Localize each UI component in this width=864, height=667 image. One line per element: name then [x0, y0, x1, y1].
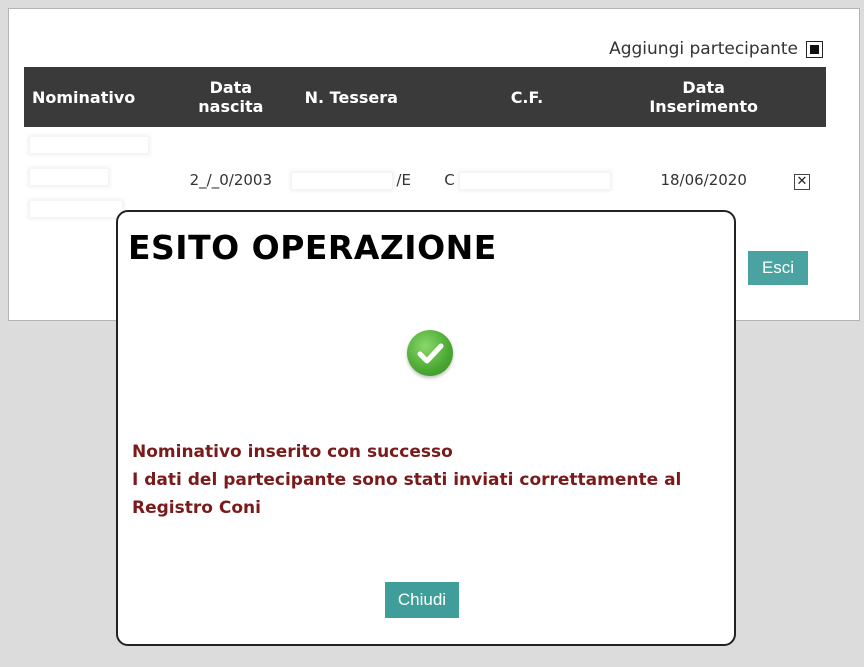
card-number-suffix: /E — [396, 171, 411, 189]
add-participant-row[interactable]: Aggiungi partecipante — [609, 39, 823, 59]
table-header-row: Nominativo Data nascita N. Tessera C.F. … — [24, 67, 826, 127]
redacted-name — [30, 137, 148, 153]
close-button[interactable]: Chiudi — [385, 582, 459, 618]
remove-icon[interactable]: ✕ — [793, 173, 810, 190]
message-line-1: Nominativo inserito con successo — [132, 442, 453, 462]
column-data-nascita: Data nascita — [183, 67, 279, 127]
dialog-message: Nominativo inserito con successo I dati … — [132, 438, 732, 522]
redacted-name — [30, 201, 122, 217]
column-data-inserimento: Data Inserimento — [629, 67, 778, 127]
exit-button[interactable]: Esci — [748, 251, 808, 285]
cf-prefix: C — [444, 171, 455, 189]
column-actions — [777, 67, 826, 127]
redacted-card-number — [291, 172, 392, 189]
add-participant-icon[interactable] — [806, 40, 823, 58]
redacted-cf — [459, 172, 610, 189]
result-dialog: ESITO OPERAZIONE Nominativo inserito con… — [116, 210, 736, 646]
message-line-2: I dati del partecipante sono stati invia… — [132, 470, 682, 518]
add-participant-label[interactable]: Aggiungi partecipante — [609, 39, 798, 59]
success-check-icon — [407, 330, 453, 376]
column-n-tessera: N. Tessera — [278, 67, 425, 127]
dialog-title: ESITO OPERAZIONE — [128, 228, 497, 267]
redacted-name — [30, 169, 108, 185]
column-nominativo: Nominativo — [24, 67, 184, 127]
column-cf: C.F. — [424, 67, 630, 127]
